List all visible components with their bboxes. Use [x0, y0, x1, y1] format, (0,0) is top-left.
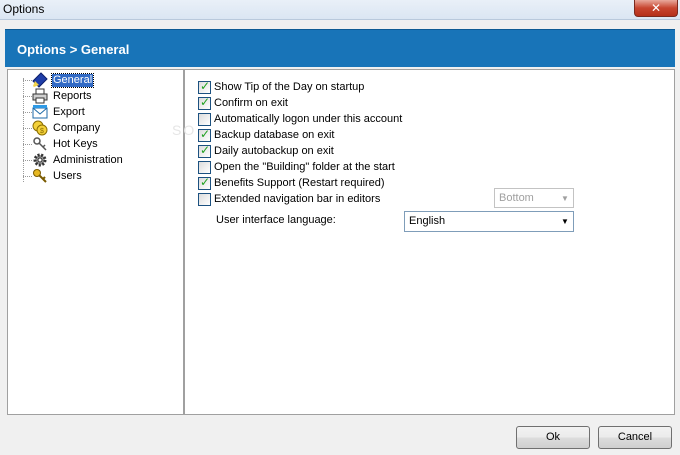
navbar-position-select[interactable]: Bottom ▼ [494, 188, 574, 208]
tree-item-general[interactable]: General [32, 72, 95, 88]
close-button[interactable]: ✕ [634, 0, 678, 17]
tree-item-hot-keys[interactable]: Hot Keys [32, 136, 99, 152]
checkbox[interactable] [198, 192, 211, 206]
options-panel: ✓ Show Tip of the Day on startup ✓ Confi… [184, 69, 675, 415]
option-open-building[interactable]: Open the "Building" folder at the start [198, 160, 395, 174]
checkmark-icon: ✓ [200, 94, 211, 109]
tree-item-reports[interactable]: Reports [32, 88, 93, 104]
checkbox[interactable]: ✓ [198, 174, 211, 190]
checkmark-icon: ✓ [200, 174, 211, 189]
checkbox[interactable] [198, 160, 211, 174]
option-backup-exit[interactable]: ✓ Backup database on exit [198, 126, 335, 142]
cancel-label: Cancel [617, 431, 653, 443]
checkbox[interactable] [198, 112, 211, 126]
select-value: English [409, 215, 446, 227]
tree-branch [23, 128, 32, 129]
option-daily-autobackup[interactable]: ✓ Daily autobackup on exit [198, 142, 334, 158]
option-label: Backup database on exit [214, 129, 335, 141]
tree-branch [23, 96, 32, 97]
option-label: Automatically logon under this account [214, 113, 403, 125]
diamond-pen-icon [32, 72, 48, 88]
key-icon [32, 168, 48, 184]
watermark: SO [172, 122, 197, 138]
tree-item-label: General [50, 72, 95, 88]
tree-item-label: Hot Keys [53, 137, 98, 150]
language-label: User interface language: [216, 214, 336, 226]
option-label: Daily autobackup on exit [214, 145, 334, 157]
checkbox[interactable]: ✓ [198, 126, 211, 142]
tree-branch [23, 112, 32, 113]
option-label: Open the "Building" folder at the start [214, 161, 395, 173]
breadcrumb: Options > General [17, 42, 130, 57]
close-icon: ✕ [650, 1, 662, 15]
printer-icon [32, 88, 48, 104]
checkmark-icon: ✓ [200, 78, 211, 93]
tree-branch [23, 176, 32, 177]
select-value: Bottom [499, 192, 534, 204]
option-show-tip[interactable]: ✓ Show Tip of the Day on startup [198, 78, 365, 94]
checkbox[interactable]: ✓ [198, 78, 211, 94]
envelope-icon [32, 104, 48, 120]
coins-icon: $ [32, 120, 48, 136]
cancel-button[interactable]: Cancel [598, 426, 672, 449]
tree-item-administration[interactable]: Administration [32, 152, 124, 168]
tree-item-label: Company [53, 121, 101, 134]
option-extended-navbar[interactable]: Extended navigation bar in editors [198, 192, 380, 206]
tree-item-users[interactable]: Users [32, 168, 83, 184]
tree-item-label: Administration [53, 153, 123, 166]
tree-item-label: Users [53, 169, 82, 182]
tree-item-label: Export [53, 105, 85, 118]
checkmark-icon: ✓ [200, 126, 211, 141]
tree-item-company[interactable]: $ Company [32, 120, 101, 136]
tree-branch [23, 160, 32, 161]
option-confirm-exit[interactable]: ✓ Confirm on exit [198, 94, 288, 110]
option-label: Benefits Support (Restart required) [214, 177, 385, 189]
option-auto-logon[interactable]: Automatically logon under this account [198, 112, 402, 126]
checkbox[interactable]: ✓ [198, 94, 211, 110]
ok-button[interactable]: Ok [516, 426, 590, 449]
keys-icon [32, 136, 48, 152]
chevron-down-icon: ▼ [561, 216, 569, 226]
svg-text:$: $ [40, 128, 44, 135]
tree-branch [23, 144, 32, 145]
category-tree[interactable]: General Reports Export $ Company Hot Key… [7, 69, 184, 415]
chevron-down-icon: ▼ [561, 193, 569, 203]
tree-item-export[interactable]: Export [32, 104, 86, 120]
title-bar: Options ✕ [0, 0, 680, 20]
ok-label: Ok [545, 431, 561, 443]
option-benefits-support[interactable]: ✓ Benefits Support (Restart required) [198, 174, 385, 190]
section-header: Options > General [5, 29, 675, 67]
tree-branch [23, 80, 32, 81]
gear-icon [32, 152, 48, 168]
option-label: Confirm on exit [214, 97, 288, 109]
language-select[interactable]: English ▼ [404, 211, 574, 232]
window-title: Options [3, 2, 45, 16]
checkbox[interactable]: ✓ [198, 142, 211, 158]
tree-line [23, 78, 24, 182]
option-label: Extended navigation bar in editors [214, 193, 381, 205]
checkmark-icon: ✓ [200, 142, 211, 157]
tree-item-label: Reports [53, 89, 92, 102]
option-label: Show Tip of the Day on startup [214, 81, 365, 93]
